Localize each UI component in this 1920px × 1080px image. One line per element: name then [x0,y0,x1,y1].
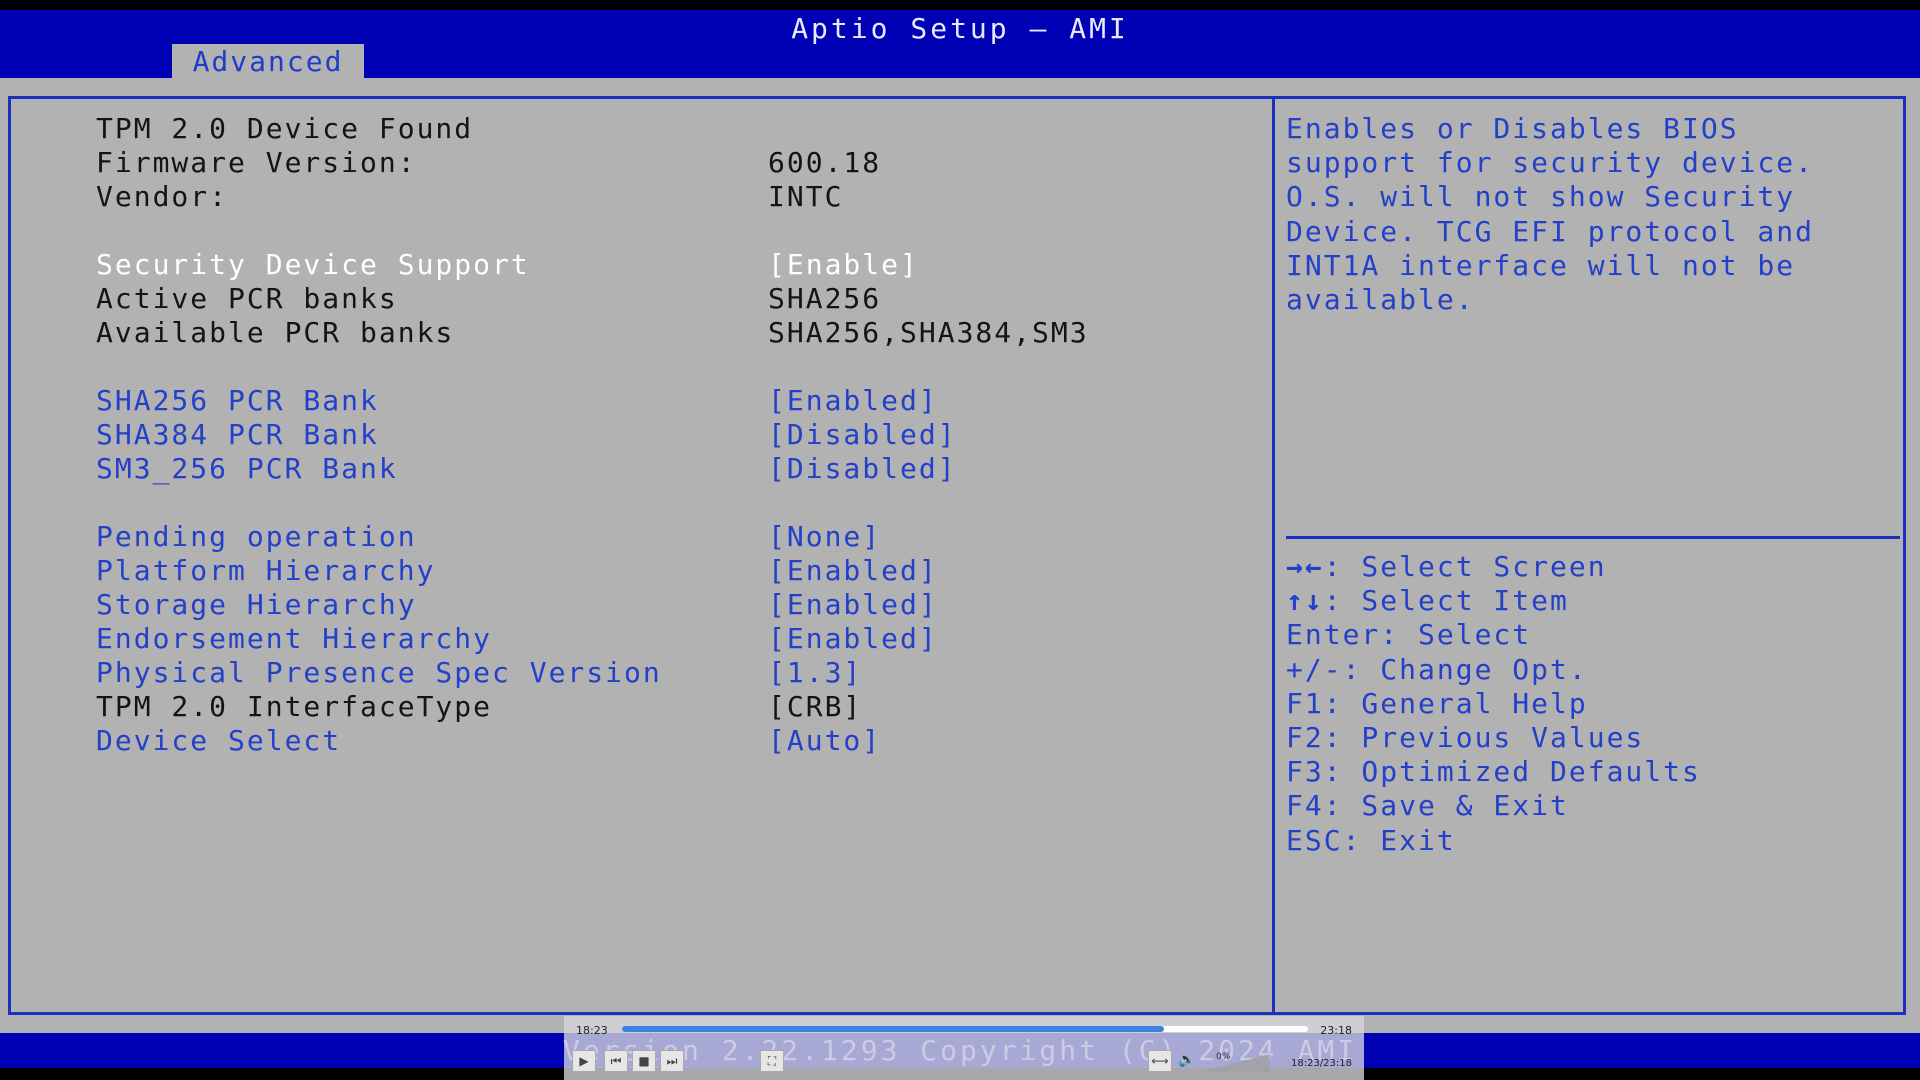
setting-value-sha256-pcr-bank[interactable]: [Enabled] [768,384,938,418]
setting-value-sha384-pcr-bank[interactable]: [Disabled] [768,418,957,452]
setting-label-storage-hierarchy[interactable]: Storage Hierarchy [96,588,417,622]
key-help-text: : Select Item [1323,584,1569,618]
setting-value-device-select[interactable]: [Auto] [768,724,881,758]
player-seek-bar[interactable] [622,1026,1308,1032]
setting-value-security-device-support[interactable]: [Enable] [768,248,919,282]
setting-label-tpm-interface-type: TPM 2.0 InterfaceType [96,690,493,723]
player-elapsed-time: 18:23 [576,1024,608,1037]
window-title: Aptio Setup – AMI [791,12,1129,45]
setting-value-active-pcr-banks: SHA256 [768,282,882,315]
setting-label-sha256-pcr-bank[interactable]: SHA256 PCR Bank [96,384,379,418]
setting-label-firmware-version: Firmware Version: [96,146,417,179]
key-help-enter: Enter: Select [1286,618,1532,652]
key-help-f3: F3: Optimized Defaults [1286,755,1701,789]
setting-value-firmware-version: 600.18 [768,146,882,179]
stop-icon[interactable]: ■ [632,1050,656,1072]
key-help-change-opt: +/-: Change Opt. [1286,652,1588,686]
setting-label-sha384-pcr-bank[interactable]: SHA384 PCR Bank [96,418,379,452]
fullscreen-icon[interactable]: ⛶ [760,1050,784,1072]
setting-value-pending-operation[interactable]: [None] [768,520,881,554]
volume-icon[interactable]: 🔈 [1178,1052,1195,1068]
key-help-select-screen: →←: Select Screen [1286,550,1701,584]
media-player-bar: 18:23 23:18 ▶ ⏮ ■ ⏭ ⛶ ⟷ 🔈 0% 18:23/23:18 [564,1016,1364,1080]
player-total-time: 23:18 [1320,1024,1352,1037]
tab-advanced[interactable]: Advanced [172,44,364,80]
key-help-f2: F2: Previous Values [1286,720,1645,754]
player-time-readout: 18:23/23:18 [1290,1058,1352,1069]
help-description: Enables or Disables BIOS support for sec… [1286,112,1815,317]
main-panel: TPM 2.0 Device Found Firmware Version: 6… [0,78,1920,1033]
setting-value-tpm-interface-type: [CRB] [768,690,863,723]
key-help-select-item: ↑↓: Select Item [1286,584,1701,618]
setting-value-sm3-256-pcr-bank[interactable]: [Disabled] [768,452,957,486]
key-help-f4: F4: Save & Exit [1286,789,1569,823]
setting-value-physical-presence-spec-version[interactable]: [1.3] [768,656,862,690]
setting-label-device-select[interactable]: Device Select [96,724,341,758]
next-icon[interactable]: ⏭ [660,1050,684,1072]
setting-label-platform-hierarchy[interactable]: Platform Hierarchy [96,554,435,588]
setting-label-sm3-256-pcr-bank[interactable]: SM3_256 PCR Bank [96,452,398,486]
aspect-icon[interactable]: ⟷ [1148,1050,1172,1072]
setting-value-platform-hierarchy[interactable]: [Enabled] [768,554,938,588]
setting-value-available-pcr-banks: SHA256,SHA384,SM3 [768,316,1089,349]
setting-label-physical-presence-spec-version[interactable]: Physical Presence Spec Version [96,656,662,690]
setting-value-endorsement-hierarchy[interactable]: [Enabled] [768,622,938,656]
setting-value-storage-hierarchy[interactable]: [Enabled] [768,588,938,622]
setting-label-endorsement-hierarchy[interactable]: Endorsement Hierarchy [96,622,492,656]
previous-icon[interactable]: ⏮ [604,1050,628,1072]
setting-label-tpm-device-found: TPM 2.0 Device Found [96,112,474,145]
volume-slider[interactable] [1200,1054,1270,1072]
key-help-text: : Select Screen [1323,550,1607,583]
key-help-f1: F1: General Help [1286,686,1588,720]
arrows-left-right-icon: →← [1286,550,1324,583]
arrows-up-down-icon: ↑↓ [1286,584,1324,618]
key-help-esc: ESC: Exit [1286,823,1456,857]
setting-label-available-pcr-banks: Available PCR banks [96,316,455,349]
setting-label-active-pcr-banks: Active PCR banks [96,282,398,315]
volume-label: 0% [1216,1052,1231,1062]
player-seek-progress [622,1026,1164,1032]
bios-screen: Aptio Setup – AMI Advanced TPM 2.0 Devic… [0,0,1920,1080]
setting-label-security-device-support[interactable]: Security Device Support [96,248,530,282]
help-separator [1286,536,1900,539]
setting-value-vendor: INTC [768,180,844,213]
setting-label-vendor: Vendor: [96,180,229,213]
key-help-list: →←: Select Screen ↑↓: Select Item Enter:… [1286,550,1701,858]
setting-label-pending-operation[interactable]: Pending operation [96,520,417,554]
panel-divider [1272,96,1275,1015]
play-icon[interactable]: ▶ [572,1050,596,1072]
